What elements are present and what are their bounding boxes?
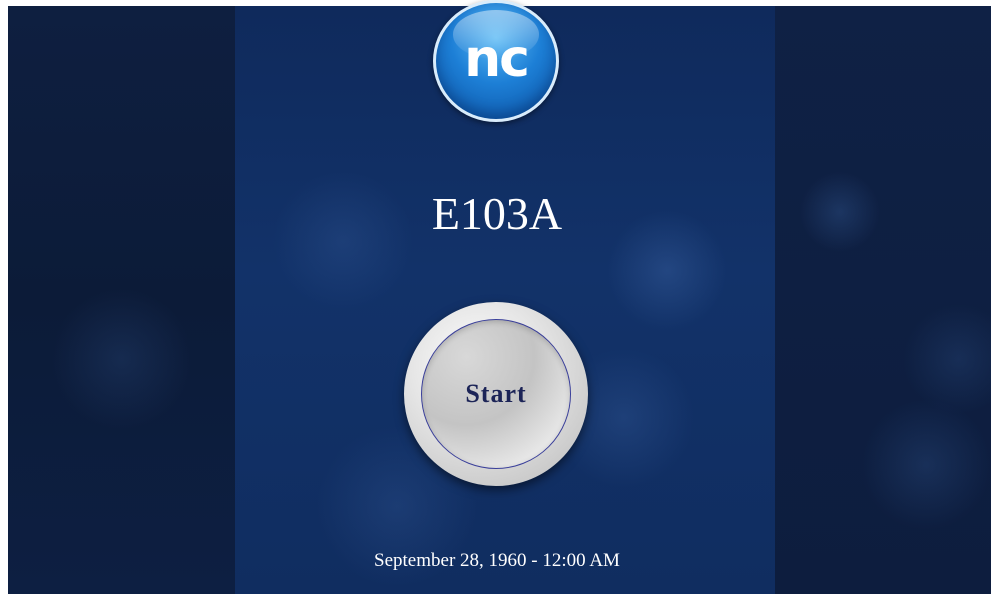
room-name: E103A (431, 188, 563, 239)
logo-text: nc (464, 29, 530, 89)
left-background-panel (8, 6, 235, 594)
date-time-display: September 28, 1960 - 12:00 AM (374, 550, 620, 571)
right-background-panel (775, 6, 991, 594)
start-button-ring[interactable]: Start (421, 319, 571, 469)
start-button-label[interactable]: Start (465, 379, 526, 409)
start-button[interactable]: Start (404, 302, 588, 486)
nc-logo-icon: nc (433, 0, 559, 122)
